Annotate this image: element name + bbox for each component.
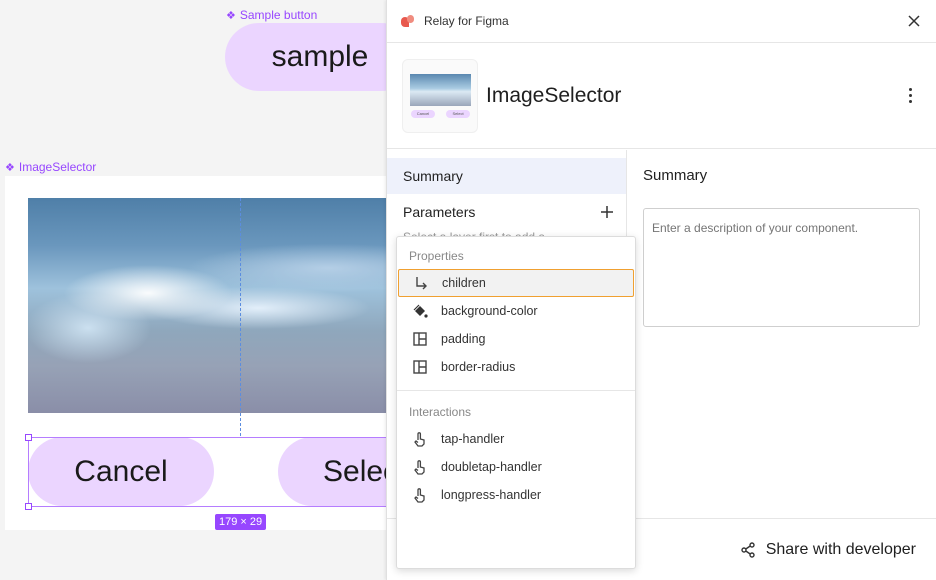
menu-item-label: doubletap-handler <box>441 460 542 474</box>
kebab-dot <box>908 88 912 91</box>
kebab-dot <box>908 100 912 103</box>
child-arrow-icon <box>412 274 430 292</box>
nav-item-summary[interactable]: Summary <box>387 158 626 194</box>
share-icon <box>740 541 755 558</box>
menu-item-children[interactable]: children <box>398 269 634 297</box>
menu-item-border-radius[interactable]: border-radius <box>397 353 635 381</box>
layout-icon <box>411 358 429 376</box>
sample-button-frame-label[interactable]: ❖ Sample button <box>226 8 317 22</box>
resize-handle-bl[interactable] <box>25 503 32 510</box>
thumbnail-cancel-pill: Cancel <box>411 109 435 118</box>
description-field[interactable] <box>643 208 920 327</box>
menu-item-label: children <box>442 276 486 290</box>
close-button[interactable] <box>904 11 924 31</box>
app-title: Relay for Figma <box>424 14 509 28</box>
resize-handle-tl[interactable] <box>25 434 32 441</box>
menu-item-longpress-handler[interactable]: longpress-handler <box>397 481 635 509</box>
nav-item-parameters[interactable]: Parameters <box>387 194 626 230</box>
layout-icon <box>411 330 429 348</box>
kebab-dot <box>908 94 912 97</box>
sample-button-text: sample <box>271 40 369 73</box>
menu-divider <box>397 390 635 391</box>
nav-summary-label: Summary <box>403 168 463 184</box>
touch-icon <box>411 486 429 504</box>
menu-item-tap-handler[interactable]: tap-handler <box>397 425 635 453</box>
summary-title: Summary <box>643 167 708 184</box>
summary-column: Summary <box>627 150 936 518</box>
touch-icon <box>411 458 429 476</box>
share-label: Share with developer <box>765 540 916 558</box>
component-icon: ❖ <box>226 9 236 22</box>
image-selector-label: ImageSelector <box>18 160 97 174</box>
nav-parameters-label: Parameters <box>403 204 476 220</box>
component-header: Cancel Select ImageSelector <box>387 43 936 149</box>
image-selector-frame-label[interactable]: ❖ ImageSelector <box>5 160 96 174</box>
size-badge: 179 × 29 <box>215 514 267 530</box>
touch-icon <box>411 430 429 448</box>
menu-item-label: longpress-handler <box>441 488 542 502</box>
relay-logo-icon <box>401 15 415 27</box>
paint-bucket-icon <box>411 302 429 320</box>
share-with-developer-button[interactable]: Share with developer <box>740 541 916 559</box>
menu-item-label: background-color <box>441 304 538 318</box>
sample-button-label: Sample button <box>239 8 318 22</box>
wave-image[interactable] <box>28 198 400 413</box>
selection-box <box>28 437 400 507</box>
add-parameter-icon[interactable] <box>600 205 614 219</box>
thumbnail-select-pill: Select <box>446 109 470 118</box>
menu-item-doubletap-handler[interactable]: doubletap-handler <box>397 453 635 481</box>
menu-item-label: tap-handler <box>441 432 505 446</box>
menu-item-label: padding <box>441 332 486 346</box>
menu-item-padding[interactable]: padding <box>397 325 635 353</box>
component-thumbnail: Cancel Select <box>402 58 478 133</box>
close-icon <box>908 15 920 27</box>
thumbnail-image <box>410 73 471 106</box>
more-options-button[interactable] <box>898 84 922 108</box>
panel-titlebar: Relay for Figma <box>387 0 936 43</box>
center-guide-line <box>240 198 241 436</box>
add-parameter-menu: Properties children background-color pad… <box>396 236 636 569</box>
menu-item-label: border-radius <box>441 360 516 374</box>
properties-group-label: Properties <box>409 249 464 263</box>
menu-item-background-color[interactable]: background-color <box>397 297 635 325</box>
component-icon: ❖ <box>5 161 15 174</box>
component-name: ImageSelector <box>486 83 622 107</box>
interactions-group-label: Interactions <box>409 405 472 419</box>
